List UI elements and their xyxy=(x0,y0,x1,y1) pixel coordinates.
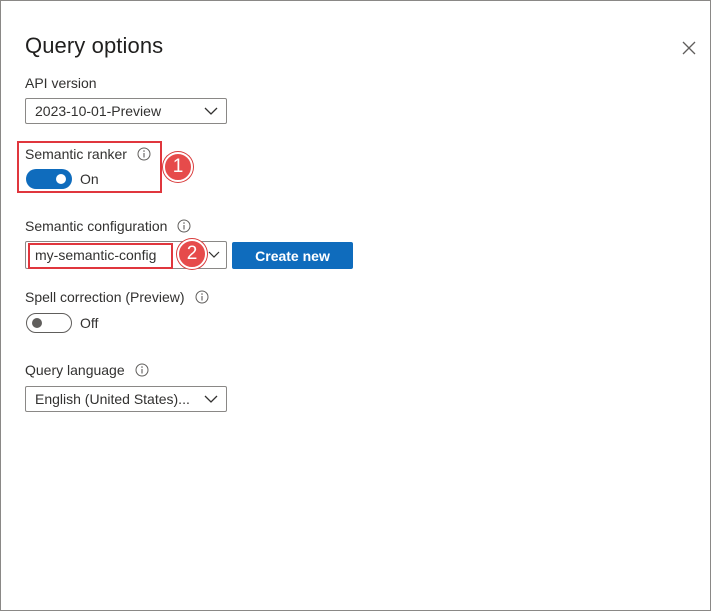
query-language-dropdown[interactable]: English (United States)... xyxy=(25,386,227,412)
query-options-panel: Query options API version 2023-10-01-Pre… xyxy=(0,0,711,611)
toggle-knob xyxy=(56,174,66,184)
info-icon[interactable] xyxy=(195,290,209,304)
info-icon[interactable] xyxy=(137,147,151,161)
close-icon xyxy=(682,41,696,55)
chevron-down-icon xyxy=(208,250,220,259)
spell-correction-label: Spell correction (Preview) xyxy=(25,289,209,305)
close-button[interactable] xyxy=(678,37,700,59)
callout-badge-2: 2 xyxy=(177,239,207,269)
spell-correction-state: Off xyxy=(80,315,99,331)
toggle-knob xyxy=(32,318,42,328)
semantic-ranker-state: On xyxy=(80,171,99,187)
chevron-down-icon xyxy=(204,394,218,404)
info-icon[interactable] xyxy=(135,363,149,377)
spell-correction-toggle[interactable] xyxy=(26,313,72,333)
api-version-label: API version xyxy=(25,75,97,91)
chevron-down-icon xyxy=(204,106,218,116)
api-version-value: 2023-10-01-Preview xyxy=(35,103,162,119)
callout-badge-1: 1 xyxy=(163,152,193,182)
query-language-label: Query language xyxy=(25,362,149,378)
panel-title: Query options xyxy=(25,33,164,58)
semantic-ranker-toggle[interactable] xyxy=(26,169,72,189)
semantic-configuration-label: Semantic configuration xyxy=(25,218,191,234)
create-new-button[interactable]: Create new xyxy=(232,242,353,269)
api-version-dropdown[interactable]: 2023-10-01-Preview xyxy=(25,98,227,124)
query-language-value: English (United States)... xyxy=(35,391,190,407)
semantic-ranker-label: Semantic ranker xyxy=(25,146,151,162)
info-icon[interactable] xyxy=(177,219,191,233)
semantic-configuration-value: my-semantic-config xyxy=(35,247,157,263)
